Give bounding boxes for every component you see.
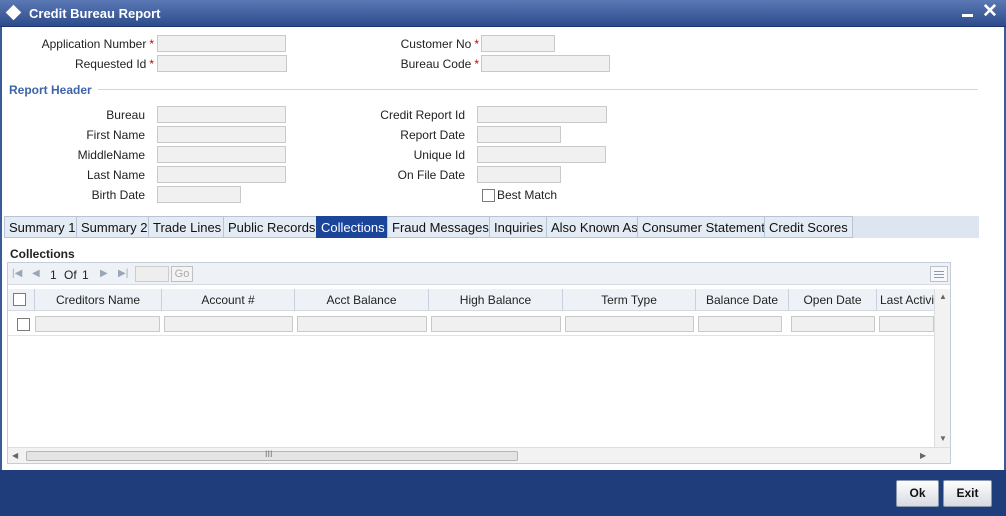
balance-date-cell[interactable] [698, 316, 782, 332]
minimize-icon[interactable] [962, 14, 973, 17]
page-of-label: Of [64, 268, 77, 282]
column-menu-icon[interactable] [930, 266, 948, 282]
col-last-activity[interactable]: Last Activi [877, 289, 934, 311]
title-bar: Credit Bureau Report ✕ [0, 0, 1006, 27]
collections-grid: |◀ ◀ 1 Of 1 ▶ ▶| Go Creditors Name Accou… [7, 262, 951, 464]
unique-id-label: Unique Id [413, 148, 465, 162]
middle-name-label: MiddleName [77, 148, 145, 162]
next-page-icon[interactable]: ▶ [100, 268, 108, 279]
app-diamond-icon [5, 4, 22, 21]
last-activity-cell[interactable] [879, 316, 934, 332]
report-date-label: Report Date [400, 128, 465, 142]
application-number-label: Application Number * [41, 37, 154, 51]
current-page: 1 [50, 268, 57, 282]
application-number-field[interactable] [157, 35, 286, 52]
on-file-date-label: On File Date [397, 168, 465, 182]
col-acct-balance[interactable]: Acct Balance [295, 289, 429, 311]
creditors-name-cell[interactable] [35, 316, 160, 332]
last-name-label: Last Name [86, 168, 145, 182]
customer-no-label: Customer No * [400, 37, 479, 51]
best-match-label: Best Match [497, 188, 558, 202]
previous-page-icon[interactable]: ◀ [32, 268, 40, 279]
bureau-field[interactable] [157, 106, 286, 123]
tab-also-known-as[interactable]: Also Known As [546, 216, 643, 238]
report-date-field[interactable] [477, 126, 561, 143]
table-row [8, 312, 934, 336]
col-open-date[interactable]: Open Date [789, 289, 877, 311]
row-checkbox[interactable] [17, 318, 30, 331]
on-file-date-field[interactable] [477, 166, 561, 183]
col-balance-date[interactable]: Balance Date [696, 289, 789, 311]
first-name-field[interactable] [157, 126, 286, 143]
collections-title: Collections [10, 247, 75, 261]
horizontal-scroll-thumb[interactable]: III [26, 449, 518, 461]
total-pages: 1 [82, 268, 89, 282]
select-all-cell [8, 289, 35, 311]
tab-trade-lines[interactable]: Trade Lines [148, 216, 227, 238]
select-all-checkbox[interactable] [13, 293, 26, 306]
term-type-cell[interactable] [565, 316, 694, 332]
birth-date-label: Birth Date [91, 188, 145, 202]
grid-header: Creditors Name Account # Acct Balance Hi… [8, 289, 934, 311]
tab-consumer-statement[interactable]: Consumer Statement [637, 216, 770, 238]
tab-inquiries[interactable]: Inquiries [489, 216, 549, 238]
scroll-left-icon[interactable]: ◀ [12, 451, 18, 460]
go-button[interactable]: Go [171, 266, 193, 282]
tab-summary-2[interactable]: Summary 2 [76, 216, 153, 238]
col-creditors-name[interactable]: Creditors Name [35, 289, 162, 311]
acct-balance-cell[interactable] [297, 316, 427, 332]
window-title: Credit Bureau Report [29, 6, 161, 21]
first-name-label: First Name [86, 128, 145, 142]
page-number-input[interactable] [135, 266, 169, 282]
tab-summary-1[interactable]: Summary 1 [4, 216, 81, 238]
col-account-number[interactable]: Account # [162, 289, 295, 311]
tab-public-records[interactable]: Public Records [223, 216, 321, 238]
bureau-code-label: Bureau Code * [400, 57, 479, 71]
tab-fraud-messages[interactable]: Fraud Messages [387, 216, 494, 238]
horizontal-scrollbar[interactable]: ◀ III ▶ [8, 447, 950, 463]
credit-report-id-label: Credit Report Id [380, 108, 465, 122]
col-term-type[interactable]: Term Type [563, 289, 696, 311]
col-high-balance[interactable]: High Balance [429, 289, 563, 311]
report-header-title: Report Header [9, 83, 92, 97]
last-page-icon[interactable]: ▶| [118, 268, 128, 279]
first-page-icon[interactable]: |◀ [12, 268, 22, 279]
bureau-label: Bureau [106, 108, 145, 122]
scroll-up-icon[interactable]: ▲ [939, 292, 947, 301]
best-match-checkbox[interactable] [482, 189, 495, 202]
bureau-code-field[interactable] [481, 55, 610, 72]
customer-no-field[interactable] [481, 35, 555, 52]
close-icon[interactable]: ✕ [982, 1, 998, 23]
requested-id-label: Requested Id * [74, 57, 154, 71]
scroll-grip: III [265, 449, 273, 459]
grid-pager: |◀ ◀ 1 Of 1 ▶ ▶| Go [8, 263, 950, 285]
ok-button[interactable]: Ok [896, 480, 939, 507]
tab-credit-scores[interactable]: Credit Scores [764, 216, 853, 238]
section-divider [98, 89, 978, 90]
footer-bar: Ok Exit [0, 470, 1006, 516]
requested-id-field[interactable] [157, 55, 287, 72]
credit-report-id-field[interactable] [477, 106, 607, 123]
open-date-cell[interactable] [791, 316, 875, 332]
tab-collections[interactable]: Collections [316, 216, 390, 238]
last-name-field[interactable] [157, 166, 286, 183]
middle-name-field[interactable] [157, 146, 286, 163]
tab-strip: Summary 1 Summary 2 Trade Lines Public R… [4, 216, 979, 238]
account-number-cell[interactable] [164, 316, 293, 332]
unique-id-field[interactable] [477, 146, 606, 163]
exit-button[interactable]: Exit [943, 480, 992, 507]
birth-date-field[interactable] [157, 186, 241, 203]
scroll-right-icon[interactable]: ▶ [920, 451, 926, 460]
scroll-down-icon[interactable]: ▼ [939, 434, 947, 443]
vertical-scrollbar[interactable]: ▲ ▼ [934, 289, 950, 447]
high-balance-cell[interactable] [431, 316, 561, 332]
